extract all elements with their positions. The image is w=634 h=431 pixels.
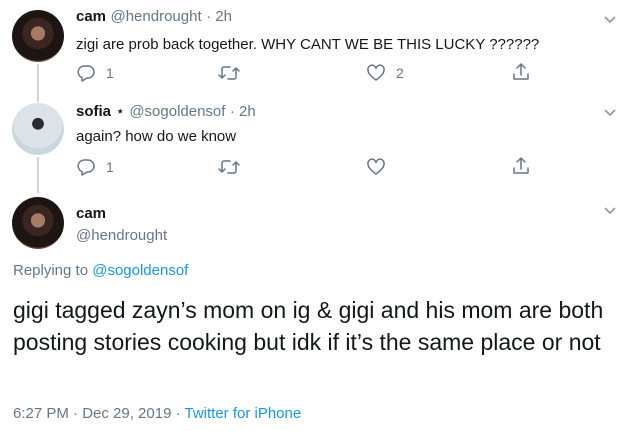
display-name[interactable]: cam [76,205,106,222]
display-name[interactable]: sofia [76,103,111,120]
chevron-down-icon[interactable] [603,108,617,118]
thread-line [37,64,39,98]
timestamp[interactable]: 6:27 PM · Dec 29, 2019 · [13,405,184,422]
share-icon [513,157,529,174]
tweet-text: zigi are prob back together. WHY CANT WE… [76,36,540,53]
thread-line [37,94,39,102]
share-button[interactable] [511,156,531,176]
retweet-button[interactable] [218,63,250,83]
mention-link[interactable]: @sogoldensof [92,262,188,279]
like-icon [367,64,385,81]
avatar[interactable] [12,103,64,155]
reply-count: 1 [106,65,114,81]
chevron-down-icon[interactable] [603,206,617,216]
name-emoji: ⋆ [115,103,125,120]
reply-button[interactable]: 1 [76,63,114,83]
reply-count: 1 [106,159,114,175]
reply-button[interactable]: 1 [76,157,114,177]
reply-icon [77,159,95,176]
like-button[interactable]: 2 [366,63,404,83]
share-icon [513,63,529,80]
tweet-meta: 6:27 PM · Dec 29, 2019 · Twitter for iPh… [13,405,301,422]
like-count: 2 [396,65,404,81]
display-name[interactable]: cam [76,8,106,25]
tweet-header: sofia ⋆ @sogoldensof · 2h [76,102,256,121]
retweet-icon [218,66,240,80]
like-button[interactable] [366,157,396,177]
thread-line [37,157,39,193]
tweet-text: gigi tagged zayn’s mom on ig & gigi and … [13,297,604,355]
retweet-button[interactable] [218,157,250,177]
like-icon [367,158,385,175]
avatar[interactable] [12,197,64,249]
tweet-time[interactable]: · 2h [206,8,232,25]
share-button[interactable] [511,62,531,82]
tweet-header: cam @hendrought · 2h [76,8,232,26]
replying-to: Replying to @sogoldensof [13,262,188,279]
avatar[interactable] [12,10,64,62]
tweet-text: again? how do we know [76,128,237,145]
user-handle[interactable]: @hendrought [110,8,201,25]
reply-icon [77,65,95,82]
tweet-time[interactable]: · 2h [230,103,256,120]
user-handle[interactable]: @hendrought [76,227,167,244]
source-link[interactable]: Twitter for iPhone [184,405,301,422]
user-handle[interactable]: @sogoldensof [129,103,225,120]
replying-to-label: Replying to [13,262,93,279]
retweet-icon [218,160,240,174]
chevron-down-icon[interactable] [603,15,617,25]
